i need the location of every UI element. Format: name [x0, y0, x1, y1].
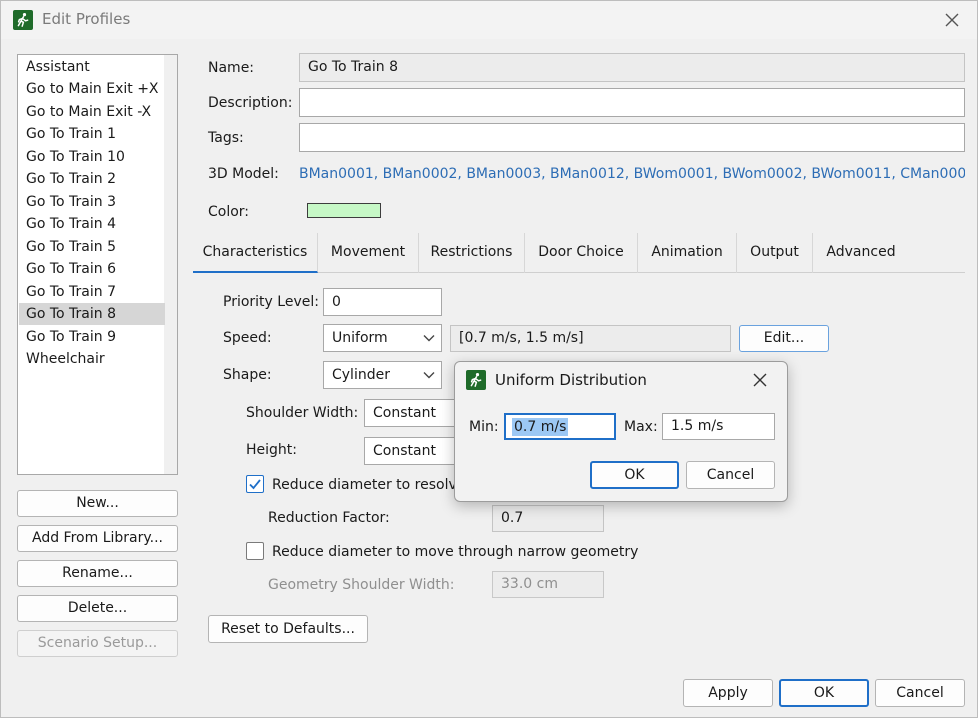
scenario-setup-button[interactable]: Scenario Setup...: [17, 630, 178, 657]
tags-label: Tags:: [208, 130, 244, 146]
shape-value: Cylinder: [332, 367, 390, 383]
tab-animation[interactable]: Animation: [638, 233, 737, 273]
color-swatch[interactable]: [307, 203, 381, 218]
priority-level-label: Priority Level:: [223, 294, 319, 310]
shoulder-width-value: Constant: [373, 405, 436, 421]
dialog-min-field[interactable]: 0.7 m/s: [504, 413, 616, 440]
speed-distribution-value: Uniform: [332, 330, 388, 346]
list-item[interactable]: Go to Main Exit -X: [19, 101, 165, 123]
reduction-factor-label: Reduction Factor:: [268, 510, 390, 526]
speed-distribution-select[interactable]: Uniform: [323, 324, 442, 352]
tab-output[interactable]: Output: [737, 233, 813, 273]
list-item[interactable]: Go To Train 3: [19, 191, 165, 213]
dialog-close-button[interactable]: [749, 369, 771, 391]
dialog-cancel-button[interactable]: Cancel: [686, 461, 775, 489]
list-item[interactable]: Go To Train 9: [19, 326, 165, 348]
window-close-button[interactable]: [939, 7, 965, 33]
reset-to-defaults-button[interactable]: Reset to Defaults...: [208, 615, 368, 643]
3d-model-label: 3D Model:: [208, 166, 279, 182]
profile-list-scrollbar[interactable]: [164, 55, 177, 474]
speed-label: Speed:: [223, 330, 272, 346]
3d-model-link[interactable]: BMan0001, BMan0002, BMan0003, BMan0012, …: [299, 166, 965, 182]
dialog-max-label: Max:: [624, 419, 658, 435]
dialog-min-label: Min:: [469, 419, 499, 435]
uniform-distribution-dialog: Uniform Distribution Min: 0.7 m/s Max: 1…: [454, 361, 788, 502]
profile-list[interactable]: Assistant Go to Main Exit +X Go to Main …: [17, 54, 178, 475]
cancel-button[interactable]: Cancel: [875, 679, 965, 707]
height-select[interactable]: Constant: [364, 437, 464, 465]
window-title: Edit Profiles: [42, 10, 131, 28]
tab-door-choice[interactable]: Door Choice: [525, 233, 638, 273]
tags-field[interactable]: [299, 123, 965, 152]
list-item[interactable]: Wheelchair: [19, 348, 165, 370]
tab-restrictions[interactable]: Restrictions: [419, 233, 525, 273]
dialog-app-icon: [466, 370, 486, 390]
list-item[interactable]: Go To Train 5: [19, 236, 165, 258]
dialog-max-field[interactable]: 1.5 m/s: [662, 413, 775, 440]
app-icon: [13, 10, 33, 30]
list-item[interactable]: Go To Train 6: [19, 258, 165, 280]
tab-movement[interactable]: Movement: [318, 233, 419, 273]
list-item-selected[interactable]: Go To Train 8: [19, 303, 165, 325]
description-label: Description:: [208, 95, 293, 111]
list-item[interactable]: Go To Train 10: [19, 146, 165, 168]
shoulder-width-label: Shoulder Width:: [246, 405, 359, 421]
dialog-title: Uniform Distribution: [495, 371, 647, 389]
list-item[interactable]: Go To Train 7: [19, 281, 165, 303]
ok-button[interactable]: OK: [779, 679, 869, 707]
priority-level-field[interactable]: 0: [323, 288, 442, 316]
rename-button[interactable]: Rename...: [17, 560, 178, 587]
reduce-resolve-checkbox[interactable]: [246, 475, 264, 493]
new-profile-button[interactable]: New...: [17, 490, 178, 517]
shape-label: Shape:: [223, 367, 272, 383]
shape-select[interactable]: Cylinder: [323, 361, 442, 389]
reduce-narrow-checkbox[interactable]: [246, 542, 264, 560]
profile-tabs: Characteristics Movement Restrictions Do…: [193, 233, 965, 273]
apply-button[interactable]: Apply: [683, 679, 773, 707]
tab-advanced[interactable]: Advanced: [813, 233, 909, 273]
delete-button[interactable]: Delete...: [17, 595, 178, 622]
height-value: Constant: [373, 443, 436, 459]
height-label: Height:: [246, 442, 297, 458]
geometry-shoulder-width-label: Geometry Shoulder Width:: [268, 577, 455, 593]
name-field[interactable]: Go To Train 8: [299, 53, 965, 82]
tab-characteristics[interactable]: Characteristics: [193, 233, 318, 273]
speed-range-display: [0.7 m/s, 1.5 m/s]: [450, 325, 731, 352]
reduction-factor-field[interactable]: 0.7: [492, 505, 604, 532]
list-item[interactable]: Go To Train 4: [19, 213, 165, 235]
list-item[interactable]: Go to Main Exit +X: [19, 78, 165, 100]
shoulder-width-select[interactable]: Constant: [364, 399, 464, 427]
name-label: Name:: [208, 60, 255, 76]
chevron-down-icon: [423, 335, 435, 342]
checkmark-icon: [249, 479, 261, 490]
close-icon: [753, 373, 767, 387]
dialog-min-value: 0.7 m/s: [512, 418, 569, 436]
dialog-ok-button[interactable]: OK: [590, 461, 679, 489]
geometry-shoulder-width-field[interactable]: 33.0 cm: [492, 571, 604, 598]
close-icon: [945, 13, 959, 27]
reduce-narrow-label[interactable]: Reduce diameter to move through narrow g…: [272, 544, 638, 560]
list-item[interactable]: Assistant: [19, 56, 165, 78]
title-bar[interactable]: Edit Profiles: [1, 1, 977, 39]
add-from-library-button[interactable]: Add From Library...: [17, 525, 178, 552]
chevron-down-icon: [423, 372, 435, 379]
list-item[interactable]: Go To Train 1: [19, 123, 165, 145]
reduce-resolve-label[interactable]: Reduce diameter to resolve: [272, 477, 465, 493]
description-field[interactable]: [299, 88, 965, 117]
edit-profiles-window: Edit Profiles Assistant Go to Main Exit …: [0, 0, 978, 718]
color-label: Color:: [208, 204, 250, 220]
speed-edit-button[interactable]: Edit...: [739, 325, 829, 352]
list-item[interactable]: Go To Train 2: [19, 168, 165, 190]
